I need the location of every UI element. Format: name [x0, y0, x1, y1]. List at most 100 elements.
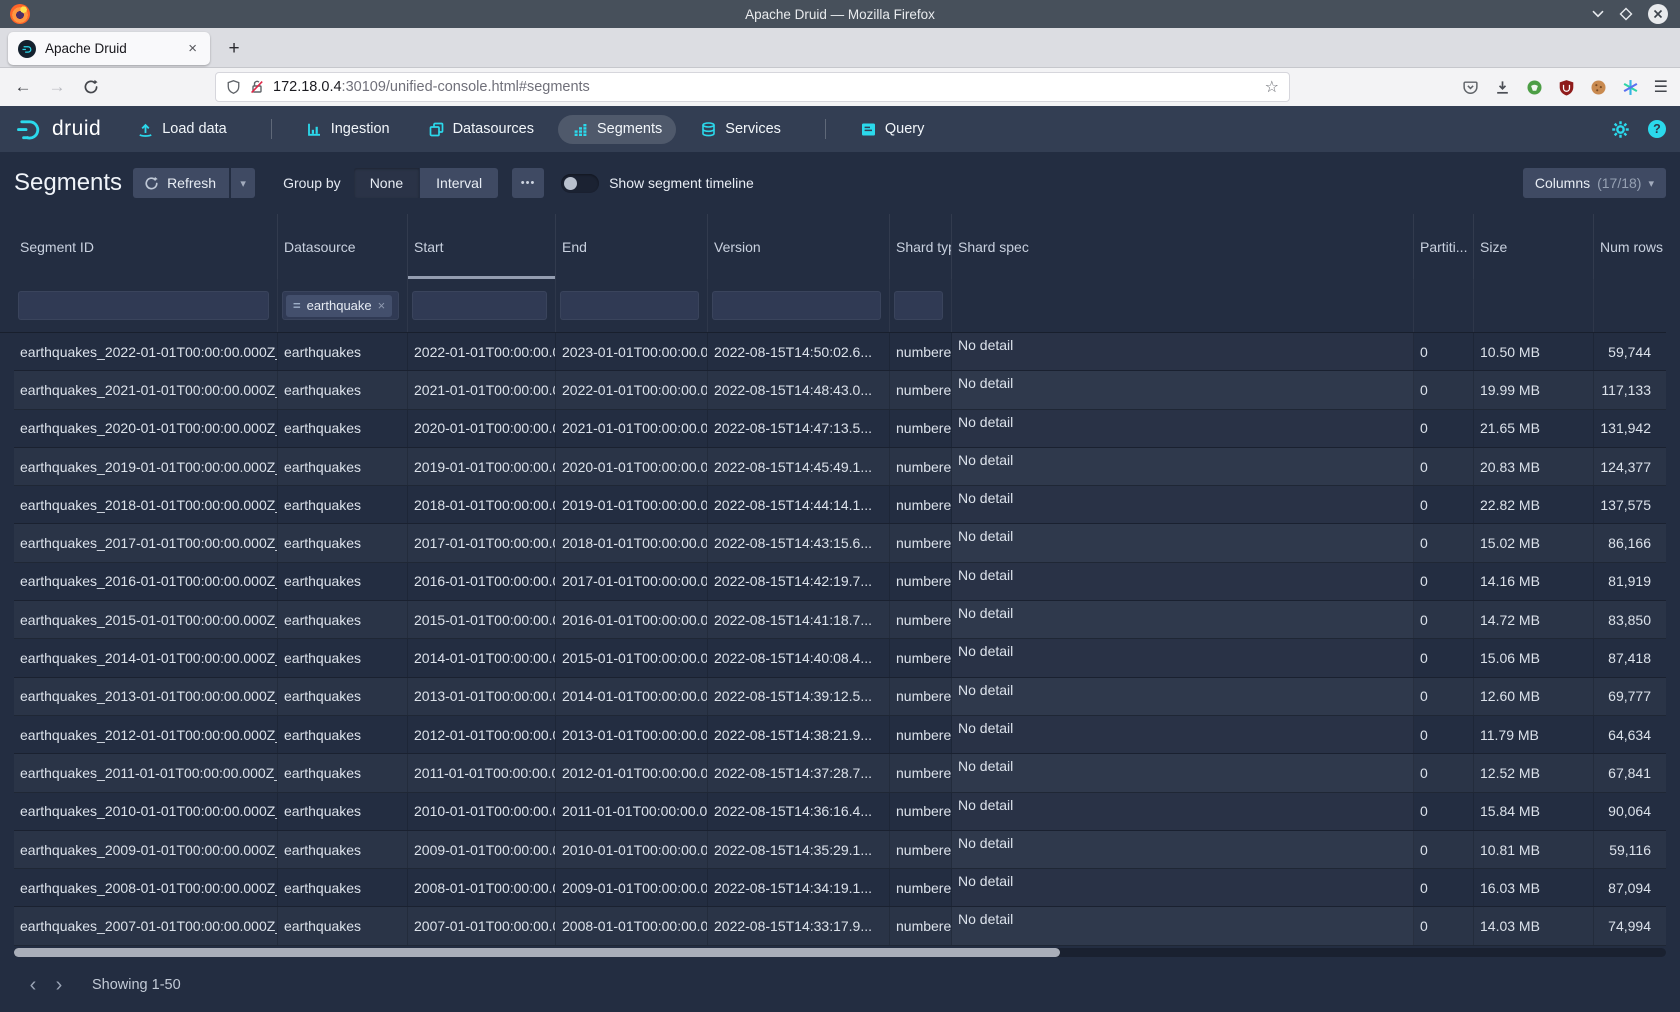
horizontal-scrollbar[interactable] — [14, 948, 1666, 957]
reload-icon[interactable] — [76, 79, 106, 95]
nav-item-label: Datasources — [453, 121, 534, 137]
cell-shard-type: numbered — [890, 793, 952, 830]
chevron-down-icon: ▾ — [240, 177, 246, 190]
table-row[interactable]: earthquakes_2007-01-01T00:00:00.000Z_2..… — [14, 907, 1666, 945]
column-header-size[interactable]: Size — [1474, 214, 1594, 279]
extension-asterisk-icon[interactable] — [1622, 79, 1639, 96]
privacy-badger-icon[interactable] — [1526, 79, 1543, 96]
cell-num-rows: 59,116 — [1594, 831, 1666, 868]
window-title: Apache Druid — Mozilla Firefox — [0, 7, 1680, 22]
cell-version: 2022-08-15T14:44:14.1... — [708, 486, 890, 523]
datasource-filter-tag[interactable]: = earthquake × — [286, 295, 392, 317]
help-icon[interactable]: ? — [1648, 120, 1666, 138]
previous-page-icon[interactable]: ‹ — [20, 970, 46, 1000]
column-header-segment-id[interactable]: Segment ID — [14, 214, 278, 279]
browser-tab[interactable]: Apache Druid × — [8, 32, 210, 65]
column-header-partition[interactable]: Partiti... — [1414, 214, 1474, 279]
refresh-button[interactable]: Refresh — [133, 168, 229, 198]
maximize-icon[interactable] — [1619, 7, 1633, 21]
cell-partition: 0 — [1414, 716, 1474, 753]
column-header-shard-type[interactable]: Shard type — [890, 214, 952, 279]
nav-item-services[interactable]: Services — [686, 115, 795, 144]
forward-icon[interactable]: → — [42, 77, 72, 97]
close-icon[interactable] — [1648, 4, 1668, 24]
chevron-down-icon: ▾ — [1648, 177, 1654, 190]
start-filter-input[interactable] — [412, 291, 547, 320]
table-row[interactable]: earthquakes_2017-01-01T00:00:00.000Z_2..… — [14, 524, 1666, 562]
new-tab-button[interactable]: + — [222, 37, 246, 61]
columns-button[interactable]: Columns (17/18) ▾ — [1523, 168, 1666, 198]
table-row[interactable]: earthquakes_2012-01-01T00:00:00.000Z_2..… — [14, 716, 1666, 754]
insecure-lock-icon[interactable] — [249, 79, 265, 95]
cell-partition: 0 — [1414, 524, 1474, 561]
cell-size: 16.03 MB — [1474, 869, 1594, 906]
column-header-num-rows[interactable]: Num rows — [1594, 214, 1666, 279]
column-header-version[interactable]: Version — [708, 214, 890, 279]
more-options-button[interactable]: ••• — [512, 168, 544, 198]
table-row[interactable]: earthquakes_2013-01-01T00:00:00.000Z_2..… — [14, 678, 1666, 716]
remove-filter-icon[interactable]: × — [378, 298, 386, 313]
segment-id-filter-input[interactable] — [18, 291, 269, 320]
settings-gear-icon[interactable] — [1611, 120, 1630, 139]
pocket-icon[interactable] — [1462, 79, 1479, 96]
url-bar[interactable]: 172.18.0.4:30109/unified-console.html#se… — [215, 72, 1290, 102]
table-row[interactable]: earthquakes_2008-01-01T00:00:00.000Z_2..… — [14, 869, 1666, 907]
back-icon[interactable]: ← — [8, 77, 38, 97]
table-row[interactable]: earthquakes_2020-01-01T00:00:00.000Z_2..… — [14, 410, 1666, 448]
cell-size: 14.03 MB — [1474, 907, 1594, 944]
cell-segment-id: earthquakes_2017-01-01T00:00:00.000Z_2..… — [14, 524, 278, 561]
table-row[interactable]: earthquakes_2011-01-01T00:00:00.000Z_2..… — [14, 754, 1666, 792]
column-header-shard-spec[interactable]: Shard spec — [952, 214, 1414, 279]
cell-segment-id: earthquakes_2019-01-01T00:00:00.000Z_2..… — [14, 448, 278, 485]
group-by-interval-button[interactable]: Interval — [420, 168, 498, 198]
version-filter-input[interactable] — [712, 291, 881, 320]
horizontal-scrollbar-thumb[interactable] — [14, 948, 1060, 957]
filter-cell — [1594, 279, 1666, 332]
datasource-filter-input[interactable]: = earthquake × — [282, 291, 399, 320]
nav-item-ingestion[interactable]: Ingestion — [292, 115, 404, 144]
column-header-start[interactable]: Start — [408, 214, 556, 279]
cell-end: 2009-01-01T00:00:00.0... — [556, 869, 708, 906]
segment-timeline-toggle[interactable] — [561, 174, 599, 193]
ublock-icon[interactable] — [1558, 79, 1575, 96]
cell-shard-spec: No detail — [952, 563, 1414, 600]
group-by-none-button[interactable]: None — [354, 168, 419, 198]
cell-shard-type: numbered — [890, 333, 952, 370]
nav-item-datasources[interactable]: Datasources — [414, 115, 548, 144]
table-row[interactable]: earthquakes_2022-01-01T00:00:00.000Z_2..… — [14, 333, 1666, 371]
table-row[interactable]: earthquakes_2015-01-01T00:00:00.000Z_2..… — [14, 601, 1666, 639]
downloads-icon[interactable] — [1494, 79, 1511, 96]
table-row[interactable]: earthquakes_2019-01-01T00:00:00.000Z_2..… — [14, 448, 1666, 486]
cell-datasource: earthquakes — [278, 486, 408, 523]
segment-timeline-label: Show segment timeline — [609, 175, 754, 191]
nav-item-segments[interactable]: Segments — [558, 115, 676, 144]
tracking-shield-icon[interactable] — [226, 79, 241, 95]
next-page-icon[interactable]: › — [46, 970, 72, 1000]
cell-partition: 0 — [1414, 869, 1474, 906]
cell-end: 2012-01-01T00:00:00.0... — [556, 754, 708, 791]
shard-type-filter-input[interactable] — [894, 291, 943, 320]
table-row[interactable]: earthquakes_2014-01-01T00:00:00.000Z_2..… — [14, 639, 1666, 677]
bookmark-star-icon[interactable]: ☆ — [1265, 77, 1279, 97]
cell-shard-spec: No detail — [952, 601, 1414, 638]
cell-partition: 0 — [1414, 793, 1474, 830]
refresh-dropdown-button[interactable]: ▾ — [231, 168, 255, 198]
cookie-icon[interactable] — [1590, 79, 1607, 96]
end-filter-input[interactable] — [560, 291, 699, 320]
table-row[interactable]: earthquakes_2016-01-01T00:00:00.000Z_2..… — [14, 563, 1666, 601]
menu-hamburger-icon[interactable]: ☰ — [1654, 77, 1668, 97]
column-header-end[interactable]: End — [556, 214, 708, 279]
table-row[interactable]: earthquakes_2021-01-01T00:00:00.000Z_2..… — [14, 371, 1666, 409]
druid-brand[interactable]: druid — [14, 117, 101, 141]
table-row[interactable]: earthquakes_2018-01-01T00:00:00.000Z_2..… — [14, 486, 1666, 524]
cell-partition: 0 — [1414, 831, 1474, 868]
nav-item-load-data[interactable]: Load data — [123, 115, 241, 144]
cell-num-rows: 87,094 — [1594, 869, 1666, 906]
column-header-datasource[interactable]: Datasource — [278, 214, 408, 279]
table-row[interactable]: earthquakes_2010-01-01T00:00:00.000Z_2..… — [14, 793, 1666, 831]
minimize-icon[interactable] — [1592, 10, 1604, 18]
tab-close-icon[interactable]: × — [185, 40, 200, 57]
nav-item-label: Load data — [162, 121, 227, 137]
table-row[interactable]: earthquakes_2009-01-01T00:00:00.000Z_2..… — [14, 831, 1666, 869]
nav-item-query[interactable]: Query — [846, 115, 939, 144]
